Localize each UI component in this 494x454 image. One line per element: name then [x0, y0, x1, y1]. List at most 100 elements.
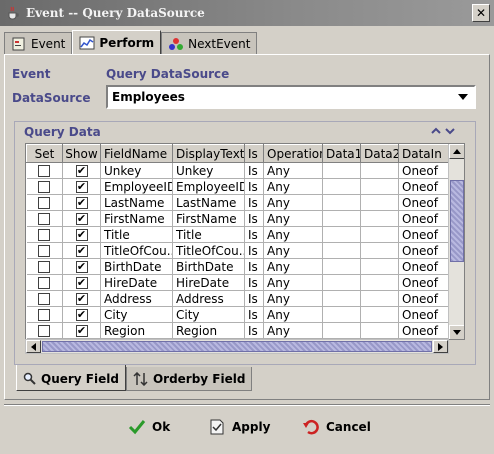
- field-cell[interactable]: BirthDate: [100, 258, 173, 275]
- chevron-down-icon[interactable]: [452, 87, 474, 107]
- table-row[interactable]: ✔ Title Title Is Any Oneof: [26, 226, 449, 243]
- table-row[interactable]: ✔ City City Is Any Oneof: [26, 306, 449, 323]
- din-cell[interactable]: Oneof: [398, 162, 449, 179]
- set-checkbox[interactable]: [38, 181, 51, 193]
- show-cell[interactable]: ✔: [62, 194, 101, 211]
- field-cell[interactable]: City: [100, 306, 173, 323]
- show-checkbox[interactable]: ✔: [75, 309, 88, 321]
- op-cell[interactable]: Any: [263, 226, 323, 243]
- set-checkbox[interactable]: [38, 293, 51, 305]
- scroll-up-button[interactable]: [449, 144, 464, 159]
- show-cell[interactable]: ✔: [62, 178, 101, 195]
- tab-orderby-field[interactable]: Orderby Field: [125, 367, 253, 391]
- set-checkbox[interactable]: [38, 325, 51, 337]
- set-cell[interactable]: [26, 178, 63, 195]
- is-cell[interactable]: Is: [244, 322, 264, 339]
- d2-cell[interactable]: [360, 162, 399, 179]
- show-checkbox[interactable]: ✔: [75, 325, 88, 337]
- display-cell[interactable]: Region: [172, 322, 245, 339]
- d1-cell[interactable]: [322, 178, 361, 195]
- din-cell[interactable]: Oneof: [398, 226, 449, 243]
- table-row[interactable]: ✔ TitleOfCou... TitleOfCou... Is Any Oneof: [26, 242, 449, 259]
- din-cell[interactable]: Oneof: [398, 258, 449, 275]
- set-checkbox[interactable]: [38, 197, 51, 209]
- collapse-up-icon[interactable]: [430, 125, 442, 137]
- set-cell[interactable]: [26, 194, 63, 211]
- set-cell[interactable]: [26, 226, 63, 243]
- show-checkbox[interactable]: ✔: [75, 165, 88, 177]
- set-checkbox[interactable]: [38, 261, 51, 273]
- field-cell[interactable]: Address: [100, 290, 173, 307]
- is-cell[interactable]: Is: [244, 226, 264, 243]
- field-cell[interactable]: Title: [100, 226, 173, 243]
- set-checkbox[interactable]: [38, 229, 51, 241]
- is-cell[interactable]: Is: [244, 258, 264, 275]
- scroll-right-button[interactable]: [433, 340, 448, 353]
- set-checkbox[interactable]: [38, 309, 51, 321]
- set-checkbox[interactable]: [38, 213, 51, 225]
- set-checkbox[interactable]: [38, 245, 51, 257]
- column-header[interactable]: DataIn: [398, 144, 449, 163]
- display-cell[interactable]: EmployeeID: [172, 178, 245, 195]
- display-cell[interactable]: Unkey: [172, 162, 245, 179]
- display-cell[interactable]: HireDate: [172, 274, 245, 291]
- d2-cell[interactable]: [360, 322, 399, 339]
- op-cell[interactable]: Any: [263, 306, 323, 323]
- table-row[interactable]: ✔ Region Region Is Any Oneof: [26, 322, 449, 339]
- d2-cell[interactable]: [360, 194, 399, 211]
- op-cell[interactable]: Any: [263, 162, 323, 179]
- set-checkbox[interactable]: [38, 165, 51, 177]
- field-cell[interactable]: HireDate: [100, 274, 173, 291]
- tab-event[interactable]: Event: [4, 32, 73, 54]
- op-cell[interactable]: Any: [263, 210, 323, 227]
- tab-nextevent[interactable]: NextEvent: [161, 32, 258, 54]
- table-row[interactable]: ✔ FirstName FirstName Is Any Oneof: [26, 210, 449, 227]
- table-row[interactable]: ✔ Unkey Unkey Is Any Oneof: [26, 162, 449, 179]
- field-cell[interactable]: LastName: [100, 194, 173, 211]
- show-cell[interactable]: ✔: [62, 290, 101, 307]
- d1-cell[interactable]: [322, 226, 361, 243]
- column-header[interactable]: Is: [244, 144, 264, 163]
- set-cell[interactable]: [26, 290, 63, 307]
- op-cell[interactable]: Any: [263, 274, 323, 291]
- op-cell[interactable]: Any: [263, 194, 323, 211]
- field-cell[interactable]: TitleOfCou...: [100, 242, 173, 259]
- op-cell[interactable]: Any: [263, 290, 323, 307]
- field-cell[interactable]: Unkey: [100, 162, 173, 179]
- tab-query-field[interactable]: Query Field: [16, 365, 126, 391]
- din-cell[interactable]: Oneof: [398, 178, 449, 195]
- d2-cell[interactable]: [360, 306, 399, 323]
- is-cell[interactable]: Is: [244, 162, 264, 179]
- d1-cell[interactable]: [322, 242, 361, 259]
- ok-button[interactable]: Ok: [128, 418, 170, 436]
- show-checkbox[interactable]: ✔: [75, 181, 88, 193]
- show-checkbox[interactable]: ✔: [75, 245, 88, 257]
- column-header[interactable]: Show: [62, 144, 101, 163]
- d1-cell[interactable]: [322, 274, 361, 291]
- show-cell[interactable]: ✔: [62, 322, 101, 339]
- din-cell[interactable]: Oneof: [398, 210, 449, 227]
- din-cell[interactable]: Oneof: [398, 290, 449, 307]
- display-cell[interactable]: Title: [172, 226, 245, 243]
- show-cell[interactable]: ✔: [62, 162, 101, 179]
- set-cell[interactable]: [26, 162, 63, 179]
- show-cell[interactable]: ✔: [62, 210, 101, 227]
- show-cell[interactable]: ✔: [62, 274, 101, 291]
- d2-cell[interactable]: [360, 258, 399, 275]
- display-cell[interactable]: BirthDate: [172, 258, 245, 275]
- scroll-down-button[interactable]: [449, 325, 464, 339]
- expand-down-icon[interactable]: [444, 125, 456, 137]
- horizontal-scrollbar[interactable]: [25, 339, 449, 354]
- table-row[interactable]: ✔ HireDate HireDate Is Any Oneof: [26, 274, 449, 291]
- display-cell[interactable]: City: [172, 306, 245, 323]
- din-cell[interactable]: Oneof: [398, 194, 449, 211]
- column-header[interactable]: Data2: [360, 144, 399, 163]
- set-cell[interactable]: [26, 322, 63, 339]
- d2-cell[interactable]: [360, 290, 399, 307]
- set-cell[interactable]: [26, 306, 63, 323]
- op-cell[interactable]: Any: [263, 322, 323, 339]
- din-cell[interactable]: Oneof: [398, 274, 449, 291]
- show-checkbox[interactable]: ✔: [75, 261, 88, 273]
- show-checkbox[interactable]: ✔: [75, 229, 88, 241]
- is-cell[interactable]: Is: [244, 306, 264, 323]
